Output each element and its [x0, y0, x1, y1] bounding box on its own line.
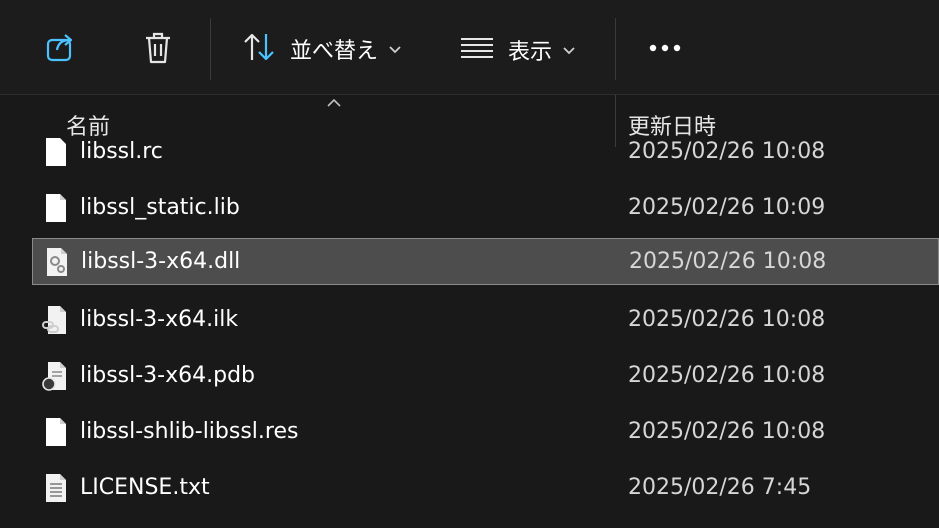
file-row[interactable]: libssl-3-x64.pdb 2025/02/26 10:08: [32, 353, 939, 400]
file-row[interactable]: libssl-shlib-libssl.res 2025/02/26 10:08: [32, 409, 939, 456]
share-icon: [44, 30, 78, 68]
view-label: 表示: [508, 40, 553, 65]
share-button[interactable]: [44, 30, 78, 68]
sort-label: 並べ替え: [290, 39, 379, 64]
more-icon: [648, 40, 684, 60]
sort-icon: [242, 32, 276, 66]
file-name: libssl.rc: [80, 139, 163, 164]
toolbar-separator: [210, 18, 211, 80]
file-date: 2025/02/26 10:08: [629, 249, 827, 274]
file-row-selected[interactable]: libssl-3-x64.dll 2025/02/26 10:08: [32, 238, 939, 285]
trash-icon: [142, 30, 174, 70]
chevron-down-icon: [562, 41, 576, 60]
blank-file-icon: [42, 136, 70, 168]
file-date: 2025/02/26 10:08: [628, 307, 826, 332]
text-file-icon: [42, 472, 70, 504]
toolbar-separator: [615, 18, 616, 80]
chevron-down-icon: [388, 40, 402, 59]
file-name: libssl_static.lib: [80, 195, 240, 220]
file-row[interactable]: LICENSE.txt 2025/02/26 7:45: [32, 465, 939, 512]
dll-file-icon: [43, 246, 71, 278]
file-row[interactable]: libssl-3-x64.ilk 2025/02/26 10:08: [32, 297, 939, 344]
file-row[interactable]: libssl_static.lib 2025/02/26 10:09: [32, 185, 939, 232]
file-name: libssl-3-x64.dll: [81, 249, 241, 274]
file-name: libssl-3-x64.pdb: [80, 363, 256, 388]
blank-file-icon: [42, 192, 70, 224]
more-button[interactable]: [648, 40, 684, 60]
pdb-file-icon: [42, 360, 70, 392]
file-date: 2025/02/26 10:08: [628, 419, 826, 444]
linked-file-icon: [42, 304, 70, 336]
file-name: libssl-shlib-libssl.res: [80, 419, 299, 444]
file-row[interactable]: libssl.rc 2025/02/26 10:08: [32, 129, 939, 176]
file-date: 2025/02/26 10:09: [628, 195, 826, 220]
view-button[interactable]: 表示: [460, 34, 576, 66]
blank-file-icon: [42, 416, 70, 448]
file-date: 2025/02/26 7:45: [628, 475, 812, 500]
view-list-icon: [460, 35, 494, 65]
file-name: LICENSE.txt: [80, 475, 210, 500]
file-date: 2025/02/26 10:08: [628, 139, 826, 164]
file-list: libssl.rc 2025/02/26 10:08 libssl_static…: [0, 126, 939, 528]
file-name: libssl-3-x64.ilk: [80, 307, 239, 332]
file-date: 2025/02/26 10:08: [628, 363, 826, 388]
delete-button[interactable]: [142, 30, 174, 70]
sort-ascending-caret-icon: [326, 93, 342, 112]
sort-button[interactable]: 並べ替え: [242, 32, 402, 66]
command-bar: 並べ替え 表示: [0, 0, 939, 95]
